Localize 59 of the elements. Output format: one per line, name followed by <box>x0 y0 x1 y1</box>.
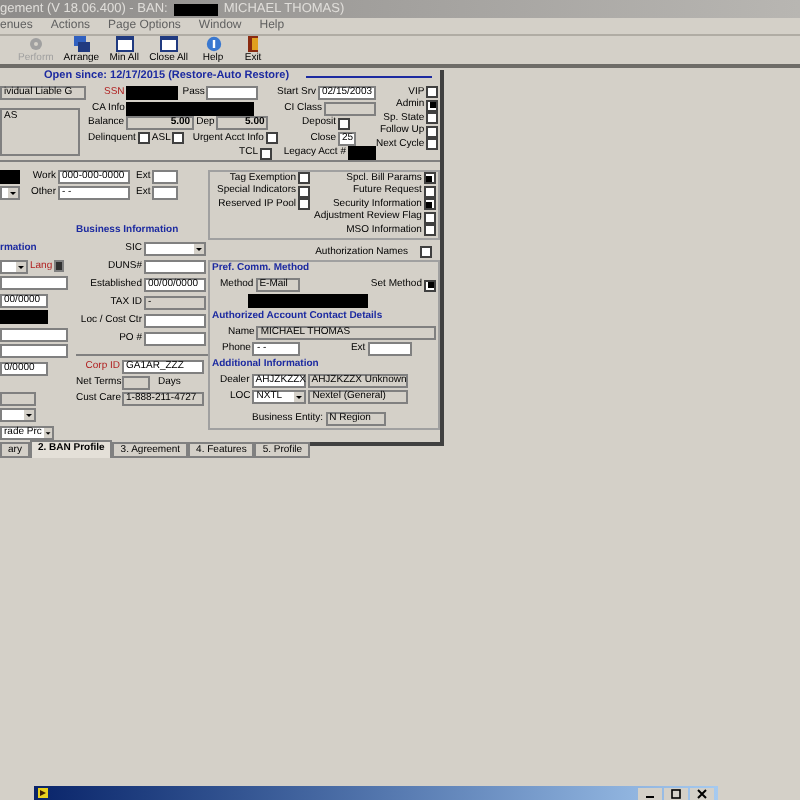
input-field[interactable] <box>367 342 412 356</box>
checkbox[interactable] <box>426 125 439 137</box>
dropdown[interactable] <box>144 242 206 256</box>
maximize-icon[interactable] <box>664 787 688 799</box>
checkbox[interactable] <box>265 132 278 144</box>
redacted-field <box>248 294 368 308</box>
checkbox[interactable] <box>298 185 310 197</box>
checkbox[interactable] <box>426 99 439 111</box>
redacted-field <box>0 170 20 184</box>
input-field[interactable] <box>324 101 376 115</box>
checkbox[interactable] <box>423 224 436 236</box>
redacted-field <box>173 3 218 15</box>
checkbox[interactable] <box>298 172 310 184</box>
dropdown[interactable] <box>0 408 36 422</box>
checkbox[interactable] <box>260 147 272 159</box>
dropdown[interactable] <box>0 259 28 273</box>
checkbox[interactable] <box>423 211 436 223</box>
windows-icon <box>73 36 90 52</box>
checkbox[interactable] <box>298 198 310 210</box>
input-field[interactable] <box>0 344 68 358</box>
window-icon <box>159 36 178 52</box>
checkbox[interactable] <box>423 172 436 184</box>
door-icon <box>245 36 262 52</box>
input-field[interactable] <box>0 327 68 341</box>
help-icon <box>205 36 222 52</box>
input-field[interactable] <box>144 314 206 328</box>
checkbox[interactable] <box>426 138 439 150</box>
input-field[interactable] <box>152 170 179 184</box>
checkbox[interactable] <box>137 132 150 144</box>
checkbox[interactable] <box>172 132 185 144</box>
input-field[interactable] <box>206 86 259 100</box>
checkbox[interactable] <box>423 185 436 197</box>
close-icon[interactable] <box>690 787 714 799</box>
caret-icon <box>16 261 26 271</box>
checkbox[interactable] <box>420 246 432 258</box>
checkbox[interactable] <box>424 279 436 291</box>
checkbox[interactable] <box>426 86 439 98</box>
caret-icon <box>294 392 305 402</box>
minimize-icon[interactable] <box>638 787 662 799</box>
input-field[interactable] <box>144 260 206 274</box>
app-icon <box>38 788 48 798</box>
caret-icon <box>8 188 18 198</box>
checkbox[interactable] <box>338 117 350 129</box>
checkbox[interactable] <box>423 198 436 210</box>
gear-icon <box>27 36 44 52</box>
dropdown[interactable] <box>0 186 20 200</box>
window-icon <box>115 36 134 52</box>
caret-icon <box>43 427 52 437</box>
input-field[interactable] <box>152 186 179 200</box>
input-field[interactable] <box>122 376 150 390</box>
input-field[interactable] <box>0 276 68 290</box>
lang-button[interactable] <box>54 260 65 272</box>
redacted-field <box>0 310 48 324</box>
caret-icon <box>194 244 204 254</box>
input-field[interactable] <box>144 332 206 346</box>
checkbox[interactable] <box>426 112 439 124</box>
caret-icon <box>24 410 34 420</box>
redacted-field <box>348 146 376 160</box>
input-field[interactable] <box>0 391 36 405</box>
